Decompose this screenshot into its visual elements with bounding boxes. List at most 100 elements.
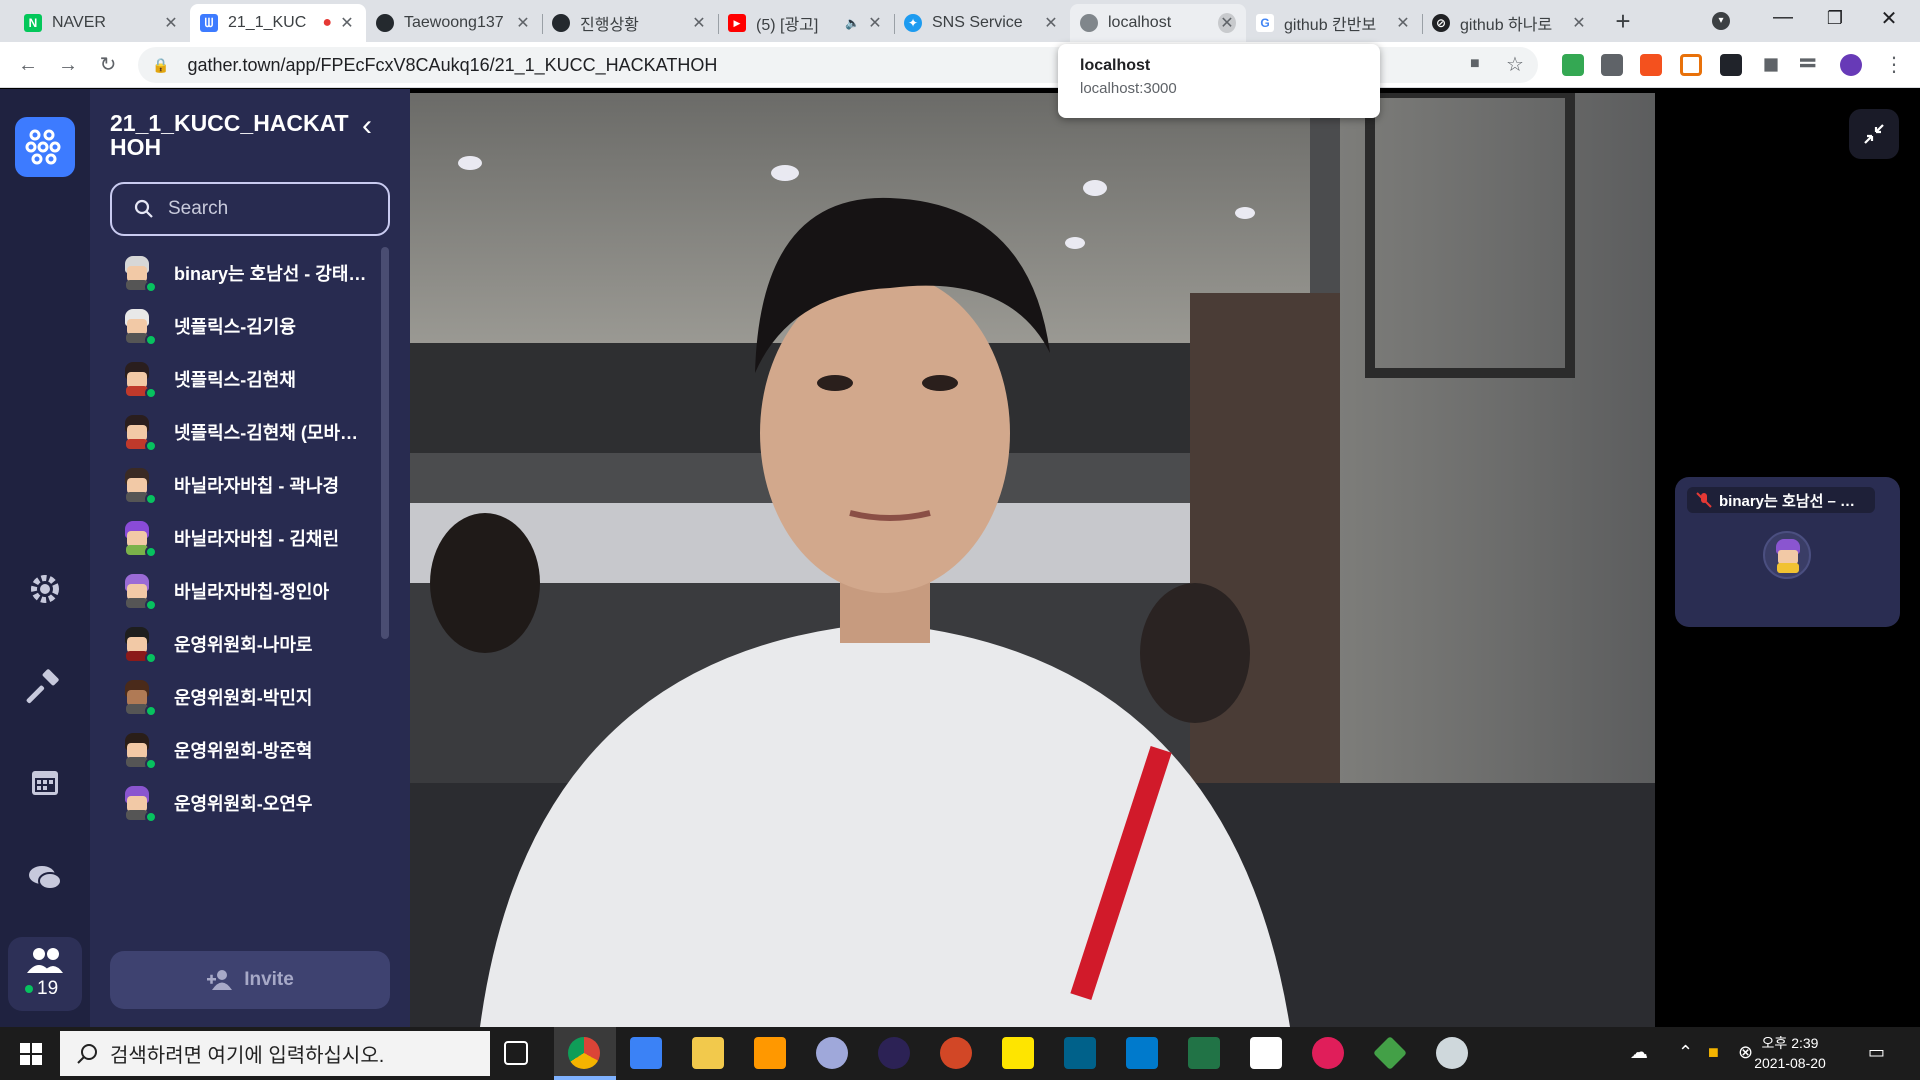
participant-mini-tile[interactable]: binary는 호남선 – … (1675, 477, 1900, 627)
minimize-icon[interactable]: — (1768, 6, 1798, 29)
participant-row[interactable]: binary는 호남선 - 강태… (110, 247, 390, 299)
online-status-dot (145, 493, 157, 505)
taskbar-search-input[interactable]: 검색하려면 여기에 입력하십시오. (60, 1031, 490, 1076)
profile-avatar[interactable] (1840, 54, 1862, 76)
close-icon[interactable]: ✕ (514, 13, 532, 33)
extensions-puzzle-icon[interactable] (1764, 58, 1778, 72)
tab-naver[interactable]: N NAVER ✕ (14, 4, 191, 42)
tab-github-kanban[interactable]: G github 칸반보 ✕ (1246, 4, 1423, 42)
tab-github-hanaro[interactable]: ⊘ github 하나로 ✕ (1422, 4, 1598, 42)
github-icon (552, 14, 570, 32)
settings-gear-icon[interactable] (25, 569, 65, 609)
forward-arrow-icon[interactable]: → (54, 52, 82, 78)
task-view-icon[interactable] (504, 1041, 528, 1065)
close-icon[interactable]: ✕ (162, 13, 180, 33)
app-diamond-icon[interactable] (1373, 1036, 1407, 1070)
collapse-chevron-icon[interactable]: ‹ (362, 109, 372, 143)
participant-row[interactable]: 운영위원회-방준혁 (110, 724, 390, 776)
tab-gather[interactable]: ᗯ 21_1_KUC ● ✕ (190, 4, 366, 42)
lock-icon[interactable]: 🔒 (152, 57, 169, 74)
kakaotalk-icon[interactable] (1002, 1037, 1034, 1069)
notifications-icon[interactable]: ▭ (1868, 1042, 1885, 1063)
avatar (118, 625, 157, 664)
vscode-icon[interactable] (1126, 1037, 1158, 1069)
mysql-workbench-icon[interactable] (1064, 1037, 1096, 1069)
participant-list-scrollbar[interactable] (381, 247, 389, 639)
invite-button[interactable]: Invite (110, 951, 390, 1009)
close-icon[interactable]: ✕ (1394, 13, 1412, 33)
participant-row[interactable]: 넷플릭스-김현채 (110, 353, 390, 405)
onedrive-cloud-icon[interactable]: ☁ (1630, 1042, 1648, 1063)
participant-row[interactable]: 운영위원회-나마로 (110, 618, 390, 670)
participant-row[interactable]: 운영위원회-박민지 (110, 671, 390, 723)
participant-name: 운영위원회-오연우 (174, 794, 313, 814)
mic-off-icon (1696, 492, 1712, 508)
app-mushroom-icon[interactable] (816, 1037, 848, 1069)
file-explorer-icon[interactable] (692, 1037, 724, 1069)
windows-start-icon[interactable] (10, 1027, 52, 1080)
tab-localhost[interactable]: localhost ✕ (1070, 4, 1246, 42)
restore-icon[interactable]: ❐ (1820, 8, 1850, 29)
extension-info-icon[interactable] (1601, 54, 1623, 76)
participant-row[interactable]: 바닐라자바칩 - 김채린 (110, 512, 390, 564)
extension-green-icon[interactable] (1562, 54, 1584, 76)
react-devtools-icon[interactable] (1720, 54, 1742, 76)
chat-bubbles-icon[interactable] (25, 857, 65, 897)
extension-tree-icon[interactable] (1680, 54, 1702, 76)
participant-row[interactable]: 바닐라자바칩 - 곽나경 (110, 459, 390, 511)
build-hammer-icon[interactable] (25, 667, 65, 707)
calendar-icon[interactable] (25, 762, 65, 802)
close-icon[interactable]: ✕ (1570, 13, 1588, 33)
participant-row[interactable]: 바닐라자바칩-정인아 (110, 565, 390, 617)
new-tab-button[interactable]: + (1608, 6, 1638, 36)
notion-icon[interactable] (1250, 1037, 1282, 1069)
tab-github-progress[interactable]: 진행상황 ✕ (542, 4, 719, 42)
lock-icon[interactable]: ■ (1708, 1042, 1719, 1063)
online-status-dot (145, 599, 157, 611)
reload-icon[interactable]: ↻ (94, 52, 122, 78)
gather-icon: ᗯ (200, 14, 218, 32)
bookmark-star-icon[interactable]: ☆ (1506, 52, 1524, 77)
powerpoint-icon[interactable] (940, 1037, 972, 1069)
avatar (118, 254, 157, 293)
avatar (118, 572, 157, 611)
participant-row[interactable]: 넷플릭스-김현채 (모바… (110, 406, 390, 458)
show-hidden-icons-chevron[interactable]: ⌃ (1678, 1042, 1693, 1063)
audio-playing-icon[interactable]: 🔈 (845, 16, 860, 30)
sublime-text-icon[interactable] (754, 1037, 786, 1069)
close-icon[interactable]: ✕ (338, 13, 356, 33)
tab-youtube[interactable]: ▶ (5) [광고] 🔈 ✕ (718, 4, 895, 42)
close-icon[interactable]: ✕ (1042, 13, 1060, 33)
participants-button[interactable]: 19 (8, 937, 82, 1011)
app-gear-icon[interactable] (1436, 1037, 1468, 1069)
participant-search-input[interactable]: Search (110, 182, 390, 236)
avatar (118, 307, 157, 346)
browser-menu-icon[interactable]: ⋮ (1880, 52, 1908, 78)
close-icon[interactable]: ✕ (1218, 13, 1236, 33)
slack-icon[interactable] (1312, 1037, 1344, 1069)
excel-icon[interactable] (1188, 1037, 1220, 1069)
window-close-icon[interactable]: ✕ (1874, 6, 1904, 31)
twitter-icon: ✦ (904, 14, 922, 32)
close-icon[interactable]: ✕ (866, 13, 884, 33)
taskbar-clock[interactable]: 오후 2:39 2021-08-20 (1745, 1033, 1835, 1073)
tab-search-icon[interactable]: ▾ (1712, 12, 1730, 30)
eclipse-icon[interactable] (878, 1037, 910, 1069)
back-arrow-icon[interactable]: ← (14, 52, 42, 78)
tab-github-taewoong[interactable]: Taewoong137 ✕ (366, 4, 543, 42)
close-icon[interactable]: ✕ (690, 13, 708, 33)
exit-fullscreen-button[interactable] (1849, 109, 1899, 159)
chrome-icon[interactable] (568, 1037, 600, 1069)
gather-logo-icon[interactable] (15, 117, 75, 177)
extension-ex-icon[interactable] (1640, 54, 1662, 76)
camera-in-use-icon[interactable]: ■ (1470, 55, 1480, 73)
media-control-icon[interactable] (1800, 58, 1816, 68)
hover-card-url: localhost:3000 (1080, 80, 1177, 97)
participant-row[interactable]: 넷플릭스-김기융 (110, 300, 390, 352)
participant-row[interactable]: 운영위원회-오연우 (110, 777, 390, 829)
hover-card-title: localhost (1080, 57, 1151, 74)
left-rail: 19 (0, 89, 90, 1027)
tab-sns-service[interactable]: ✦ SNS Service ✕ (894, 4, 1071, 42)
app-blue-icon[interactable] (630, 1037, 662, 1069)
video-feed (410, 93, 1655, 1027)
